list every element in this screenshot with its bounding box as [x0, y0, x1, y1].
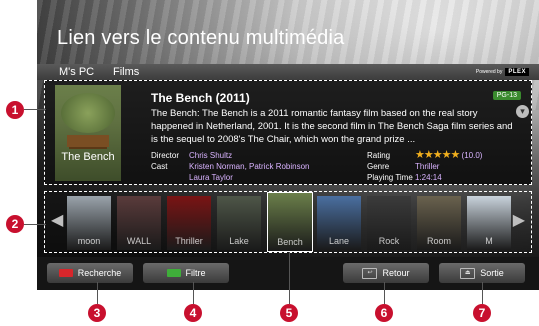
cast-value-line2: Laura Taylor — [189, 173, 233, 182]
rating-stars-icon: ★★★★★ — [415, 149, 460, 161]
thumbnail-label: Rock — [378, 236, 400, 246]
thumbnail[interactable]: Room — [417, 196, 461, 250]
breadcrumb-bar: M's PC Films Powered by PLEX — [37, 64, 539, 80]
callout-marker-4: 4 — [184, 304, 202, 322]
callout-marker-1: 1 — [6, 101, 24, 119]
movie-synopsis: The Bench: The Bench is a 2011 romantic … — [151, 108, 513, 145]
poster-tree — [61, 93, 115, 133]
tab-films[interactable]: Films — [113, 66, 139, 78]
exit-key-icon: ⏏ — [460, 267, 476, 279]
tab-source[interactable]: M's PC — [59, 66, 94, 78]
filter-button-label: Filtre — [185, 268, 206, 278]
callout-leader-5 — [289, 252, 290, 304]
back-button-label: Retour — [382, 268, 410, 278]
thumbnail-label: Bench — [277, 237, 303, 247]
red-key-icon — [58, 269, 73, 277]
director-row: Director Chris Shultz — [151, 150, 232, 161]
cast-row: Cast Kristen Norman, Patrick Robinson Lau… — [151, 161, 310, 183]
thumbnail-label: Lane — [328, 236, 350, 246]
tv-screen: Lien vers le contenu multimédia M's PC F… — [37, 0, 539, 290]
thumbnail-selected[interactable]: Bench — [267, 192, 313, 252]
playing-time-label: Playing Time — [367, 173, 413, 182]
callout-leader-2 — [24, 224, 46, 225]
powered-by-text: Powered by — [475, 69, 503, 75]
callout-marker-6: 6 — [375, 304, 393, 322]
thumbnail[interactable]: Lake — [217, 196, 261, 250]
genre-row: Genre Thriller — [367, 161, 439, 172]
scroll-left-icon[interactable]: ◀ — [51, 210, 63, 230]
search-button-label: Recherche — [77, 268, 122, 278]
exit-button-label: Sortie — [480, 268, 504, 278]
movie-title: The Bench (2011) — [151, 91, 250, 105]
movie-info-panel: The Bench The Bench (2011) PG-13 The Ben… — [44, 80, 532, 185]
search-button[interactable]: Recherche — [47, 263, 133, 283]
callout-leader-6 — [384, 282, 385, 304]
thumbnail-label: Room — [426, 236, 451, 246]
back-key-icon: ↩ — [362, 267, 378, 279]
plex-wordmark: PLEX — [505, 68, 529, 76]
genre-label: Genre — [367, 162, 390, 171]
thumbnail[interactable]: M — [467, 196, 511, 250]
plex-logo: Powered by PLEX — [476, 68, 529, 76]
bottom-button-bar: Recherche Filtre ↩ Retour ⏏ Sortie — [37, 257, 539, 290]
cast-value-line1: Kristen Norman, Patrick Robinson — [189, 162, 310, 171]
back-button[interactable]: ↩ Retour — [343, 263, 429, 283]
exit-button[interactable]: ⏏ Sortie — [439, 263, 525, 283]
callout-leader-3 — [97, 282, 98, 304]
director-value: Chris Shultz — [189, 151, 233, 160]
callout-marker-2: 2 — [6, 215, 24, 233]
thumbnail-label: moon — [77, 236, 101, 246]
rating-row: Rating ★★★★★ (10.0) — [367, 150, 482, 161]
director-label: Director — [151, 151, 180, 160]
scroll-down-icon[interactable]: ▾ — [516, 105, 529, 118]
thumbnail-label: WALL — [126, 236, 152, 246]
poster-bench — [67, 135, 109, 147]
thumbnail[interactable]: Lane — [317, 196, 361, 250]
thumbnail[interactable]: WALL — [117, 196, 161, 250]
callout-leader-7 — [482, 282, 483, 304]
thumbnail-label: M — [485, 236, 493, 246]
rating-score: (10.0) — [461, 151, 483, 160]
poster-title: The Bench — [61, 151, 115, 163]
thumbnail[interactable]: Rock — [367, 196, 411, 250]
movie-poster: The Bench — [55, 85, 121, 181]
callout-leader-1 — [24, 109, 46, 110]
thumbnail[interactable]: Thriller — [167, 196, 211, 250]
callout-marker-3: 3 — [88, 304, 106, 322]
scroll-right-icon[interactable]: ▶ — [513, 210, 525, 230]
thumbnail[interactable]: moon — [67, 196, 111, 250]
playing-time-value: 1:24:14 — [415, 173, 442, 182]
filter-button[interactable]: Filtre — [143, 263, 229, 283]
callout-marker-7: 7 — [473, 304, 491, 322]
rating-label: Rating — [367, 151, 391, 160]
thumbnail-label: Thriller — [175, 236, 203, 246]
movie-thumbnail-strip: ◀ ▶ moon WALL Thriller Lake Bench Lane Rock Roo… — [44, 191, 532, 253]
age-rating-badge: PG-13 — [492, 91, 521, 100]
thumbnail-label: Lake — [229, 236, 249, 246]
green-key-icon — [166, 269, 181, 277]
callout-marker-5: 5 — [280, 304, 298, 322]
genre-value: Thriller — [415, 162, 440, 171]
cast-label: Cast — [151, 162, 168, 171]
callout-leader-4 — [193, 282, 194, 304]
page-title: Lien vers le contenu multimédia — [57, 27, 345, 49]
playing-time-row: Playing Time 1:24:14 — [367, 172, 442, 183]
